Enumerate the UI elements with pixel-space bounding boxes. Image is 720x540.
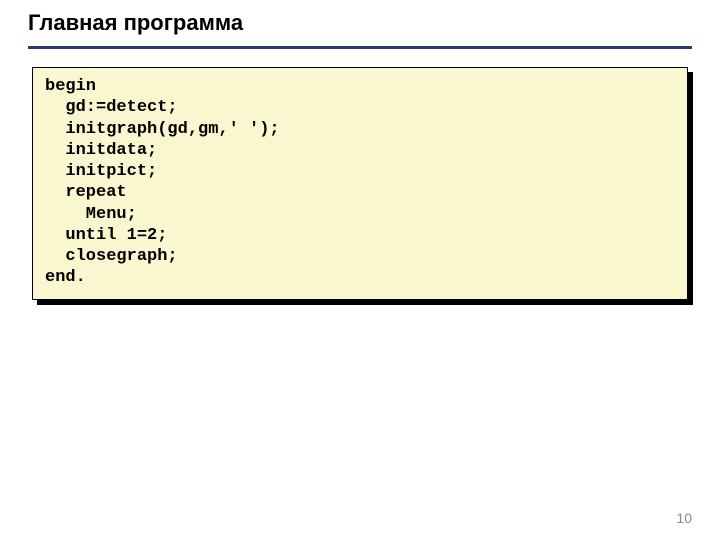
code-block: begin gd:=detect; initgraph(gd,gm,' '); … <box>32 67 688 300</box>
page-number: 10 <box>676 510 692 526</box>
page-title: Главная программа <box>28 10 692 40</box>
code-block-container: begin gd:=detect; initgraph(gd,gm,' '); … <box>32 67 688 300</box>
slide: Главная программа begin gd:=detect; init… <box>0 0 720 540</box>
title-rule <box>28 46 692 49</box>
